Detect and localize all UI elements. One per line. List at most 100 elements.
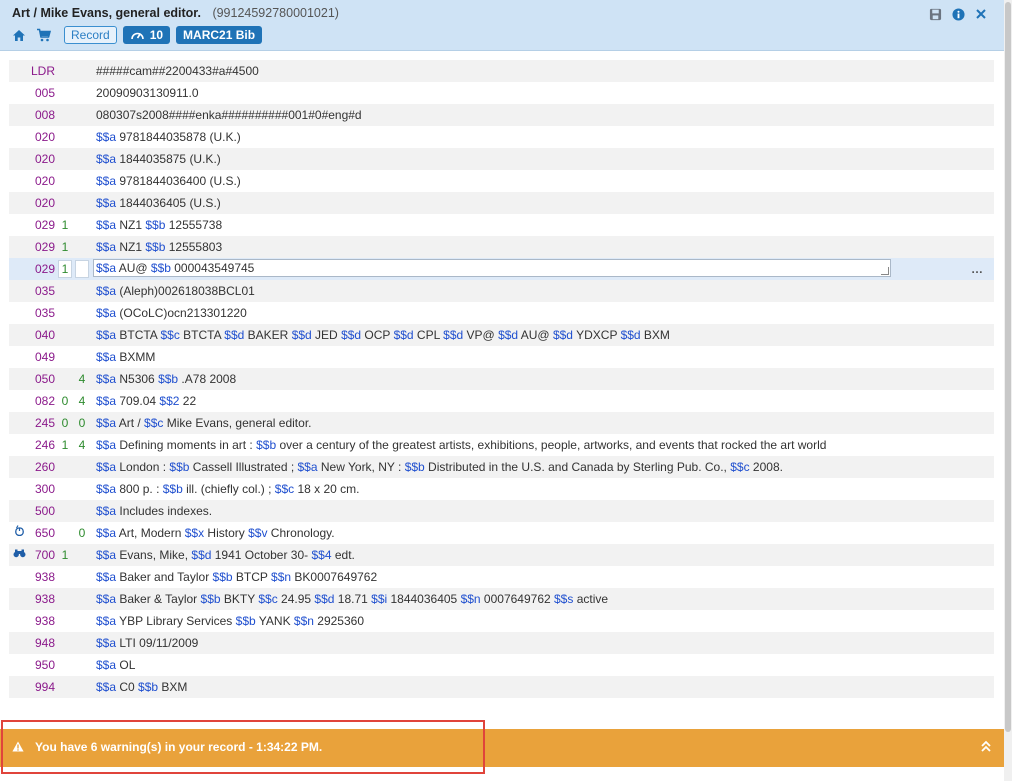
subfield-code: $$d [443, 328, 464, 342]
field-tag[interactable]: 005 [29, 82, 55, 104]
marc-field-row[interactable]: 049 $$a BXMM [9, 346, 994, 368]
marc-field-row[interactable]: 020 $$a 1844035875 (U.K.) [9, 148, 994, 170]
row-menu-icon[interactable]: … [971, 258, 984, 280]
indicator-2-input[interactable] [75, 260, 89, 278]
record-button[interactable]: Record [64, 26, 117, 44]
marc-field-row[interactable]: 040 $$a BTCTA $$c BTCTA $$d BAKER $$d JED… [9, 324, 994, 346]
marc-field-row[interactable]: 082 0 4 $$a 709.04 $$2 22 [9, 390, 994, 412]
field-tag[interactable]: LDR [29, 60, 55, 82]
marc-field-row[interactable]: 938 $$a Baker and Taylor $$b BTCP $$n BK0… [9, 566, 994, 588]
field-tag[interactable]: 246 [29, 434, 55, 456]
field-tag[interactable]: 994 [29, 676, 55, 698]
subfield-value: 0007649762 [480, 592, 554, 606]
marc-field-row[interactable]: 948 $$a LTI 09/11/2009 [9, 632, 994, 654]
close-icon[interactable] [972, 5, 990, 23]
field-tag[interactable]: 040 [29, 324, 55, 346]
subfield-code: $$c [144, 416, 164, 430]
subfield-code: $$x [184, 526, 205, 540]
cart-icon[interactable] [34, 26, 52, 44]
field-tag[interactable]: 950 [29, 654, 55, 676]
marc-field-row[interactable]: 020 $$a 9781844036400 (U.S.) [9, 170, 994, 192]
subfield-code: $$c [160, 328, 180, 342]
marc-field-row[interactable]: 950 $$a OL [9, 654, 994, 676]
field-tag[interactable]: 082 [29, 390, 55, 412]
field-content: $$a 1844035875 (U.K.) [96, 148, 221, 170]
subfield-value: Defining moments in art : [116, 438, 257, 452]
field-tag[interactable]: 020 [29, 192, 55, 214]
marc-field-row[interactable]: 005 20090903130911.0 [9, 82, 994, 104]
marc-field-row[interactable]: 246 1 4 $$a Defining moments in art : $$b o… [9, 434, 994, 456]
subfield-value: BK0007649762 [291, 570, 378, 584]
field-tag[interactable]: 245 [29, 412, 55, 434]
field-content-editor[interactable]: $$a AU@ $$b 000043549745 [93, 259, 891, 277]
marc-field-row[interactable]: 500 $$a Includes indexes. [9, 500, 994, 522]
marc-field-row[interactable]: 938 $$a Baker & Taylor $$b BKTY $$c 24.95… [9, 588, 994, 610]
marc-field-row[interactable]: 029 1 $$a NZ1 $$b 12555803 [9, 236, 994, 258]
field-tag[interactable]: 938 [29, 610, 55, 632]
marc-field-row[interactable]: LDR #####cam##2200433#a#4500 [9, 60, 994, 82]
marc-field-row[interactable]: 050 4 $$a N5306 $$b .A78 2008 [9, 368, 994, 390]
subfield-code: $$b [235, 614, 256, 628]
field-tag[interactable]: 300 [29, 478, 55, 500]
indicator-1[interactable]: 1 [60, 258, 70, 280]
field-tag[interactable]: 049 [29, 346, 55, 368]
subfield-code: $$b [150, 261, 171, 275]
marc-field-row[interactable]: 700 1 $$a Evans, Mike, $$d 1941 October 30… [9, 544, 994, 566]
subfield-value: 18.71 [334, 592, 372, 606]
gauge-counter-button[interactable]: 10 [122, 26, 171, 44]
marc-field-row[interactable]: 008 080307s2008####enka##########001#0#en… [9, 104, 994, 126]
gauge-icon [130, 32, 144, 40]
marc-field-row[interactable]: 020 $$a 1844036405 (U.S.) [9, 192, 994, 214]
marc-field-row[interactable]: 245 0 0 $$a Art / $$c Mike Evans, general e… [9, 412, 994, 434]
field-tag[interactable]: 035 [29, 280, 55, 302]
marc-field-row[interactable]: 300 $$a 800 p. : $$b ill. (chiefly col.) … [9, 478, 994, 500]
field-tag[interactable]: 650 [29, 522, 55, 544]
subfield-code: $$d [314, 592, 335, 606]
field-tag[interactable]: 260 [29, 456, 55, 478]
subfield-value: 800 p. : [116, 482, 163, 496]
marc-field-row[interactable]: 994 $$a C0 $$b BXM [9, 676, 994, 698]
subfield-code: $$b [212, 570, 233, 584]
marc-field-row[interactable]: 029 1 $$a NZ1 $$b 12555738 [9, 214, 994, 236]
field-tag[interactable]: 938 [29, 588, 55, 610]
scrollbar-thumb[interactable] [1005, 2, 1011, 732]
field-tag[interactable]: 035 [29, 302, 55, 324]
marc-field-row[interactable]: 035 $$a (Aleph)002618038BCL01 [9, 280, 994, 302]
save-icon[interactable] [926, 5, 944, 23]
subfield-value: N5306 [116, 372, 159, 386]
chevron-double-up-icon[interactable] [980, 739, 992, 756]
resize-handle[interactable] [881, 267, 889, 275]
marc-field-row[interactable]: 938 $$a YBP Library Services $$b YANK $$n… [9, 610, 994, 632]
marc-field-row[interactable]: 035 $$a (OCoLC)ocn213301220 [9, 302, 994, 324]
marc-field-row[interactable]: 020 $$a 9781844035878 (U.K.) [9, 126, 994, 148]
subfield-value: 000043549745 [170, 261, 255, 275]
field-tag[interactable]: 948 [29, 632, 55, 654]
field-tag[interactable]: 029 [29, 258, 55, 280]
format-button[interactable]: MARC21 Bib [176, 26, 263, 44]
field-tag[interactable]: 008 [29, 104, 55, 126]
marc-field-row[interactable]: 029 1 $$a AU@ $$b 000043549745 … [9, 258, 994, 280]
field-tag[interactable]: 938 [29, 566, 55, 588]
marc-field-row[interactable]: 650 0 $$a Art, Modern $$x History $$v Chro… [9, 522, 994, 544]
field-tag[interactable]: 700 [29, 544, 55, 566]
subfield-value: BXM [158, 680, 188, 694]
field-tag[interactable]: 020 [29, 148, 55, 170]
subfield-code: $$n [460, 592, 481, 606]
subfield-code: $$a [96, 680, 117, 694]
field-tag[interactable]: 020 [29, 126, 55, 148]
field-tag[interactable]: 500 [29, 500, 55, 522]
subfield-code: $$b [145, 240, 166, 254]
field-tag[interactable]: 050 [29, 368, 55, 390]
marc-field-row[interactable]: 260 $$a London : $$b Cassell Illustrated … [9, 456, 994, 478]
field-tag[interactable]: 020 [29, 170, 55, 192]
subfield-value: History [204, 526, 249, 540]
field-tag[interactable]: 029 [29, 236, 55, 258]
subfield-code: $$a [96, 261, 117, 275]
home-icon[interactable] [10, 26, 28, 44]
field-tag[interactable]: 029 [29, 214, 55, 236]
mouse-icon[interactable] [12, 522, 26, 544]
binoculars-icon[interactable] [12, 544, 26, 566]
info-icon[interactable] [949, 5, 967, 23]
subfield-code: $$v [248, 526, 268, 540]
subfield-code: $$c [730, 460, 750, 474]
